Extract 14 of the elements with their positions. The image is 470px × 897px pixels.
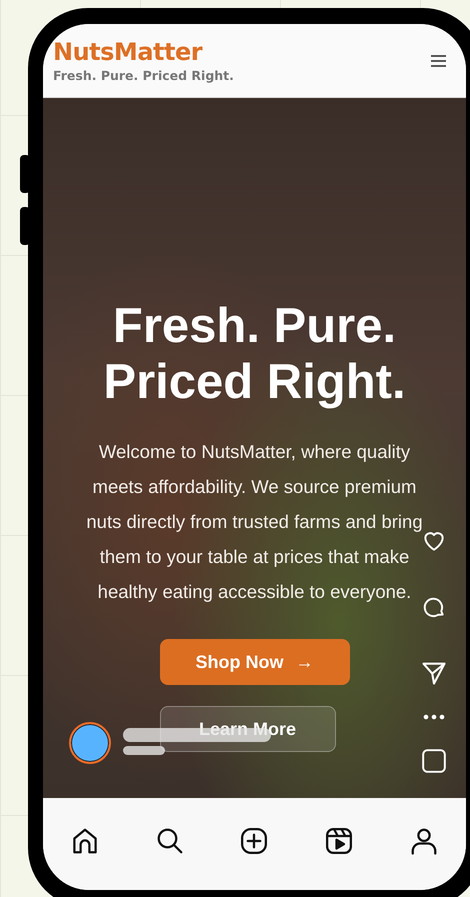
square-icon[interactable] (421, 748, 447, 774)
brand-tagline: Fresh. Pure. Priced Right. (53, 68, 234, 83)
hero-description: Welcome to NutsMatter, where quality meets affordability. We source premium nuts directly from trusted farms and bring them to your table at prices that make healthy eating accessible to everyone. (85, 440, 424, 604)
reels-icon[interactable] (324, 826, 354, 856)
menu-icon[interactable] (431, 54, 446, 66)
more-icon[interactable] (423, 714, 445, 720)
caption-placeholder-bar (123, 746, 165, 755)
create-icon[interactable] (239, 826, 270, 856)
profile-icon[interactable] (408, 826, 439, 856)
brand-logo[interactable]: NutsMatter (53, 38, 234, 66)
search-icon[interactable] (154, 826, 185, 856)
shop-now-button[interactable]: Shop Now → (160, 639, 350, 685)
hero-title: Fresh. Pure. Priced Right. (103, 298, 406, 410)
avatar-circle[interactable] (69, 722, 111, 764)
